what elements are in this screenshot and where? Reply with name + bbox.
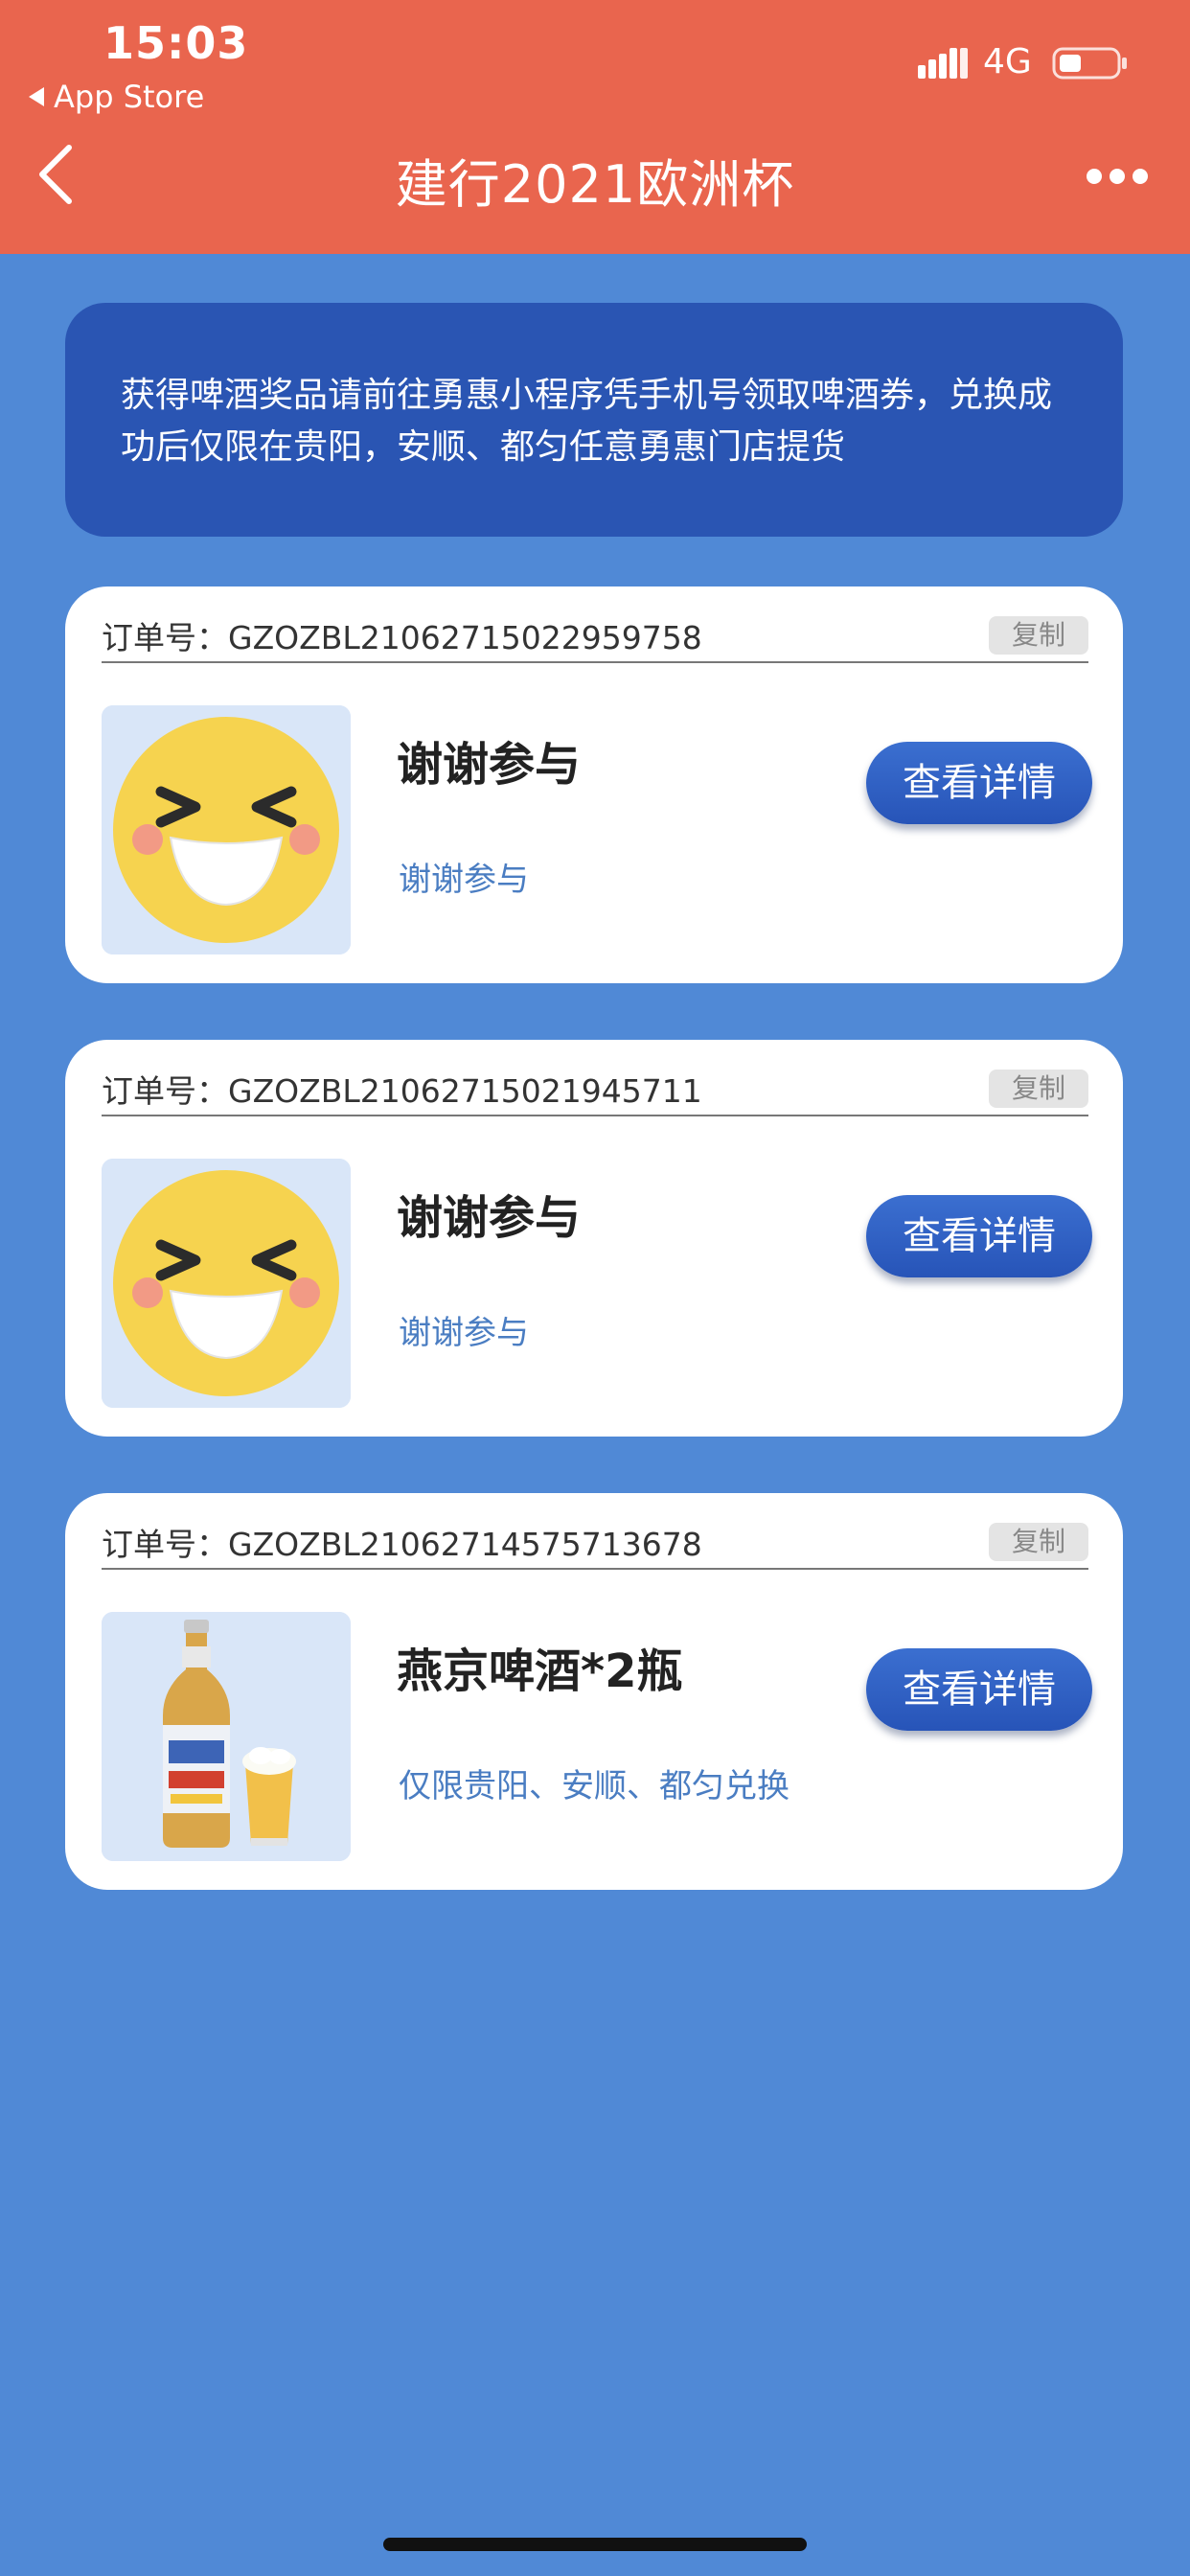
prize-description: 谢谢参与: [399, 861, 529, 899]
copy-button[interactable]: 复制: [989, 616, 1088, 655]
order-header: 订单号：GZOZBL21062715021945711 复制: [102, 1063, 1088, 1116]
notice-text: 获得啤酒奖品请前往勇惠小程序凭手机号领取啤酒券，兑换成功后仅限在贵阳，安顺、都匀…: [121, 376, 1053, 467]
order-number: 订单号：GZOZBL21062715022959758: [102, 619, 702, 656]
signal-icon: [918, 48, 968, 79]
beer-bottle-icon: [102, 1612, 351, 1861]
home-indicator[interactable]: [383, 2538, 807, 2551]
copy-button[interactable]: 复制: [989, 1523, 1088, 1561]
notice-banner: 获得啤酒奖品请前往勇惠小程序凭手机号领取啤酒券，兑换成功后仅限在贵阳，安顺、都匀…: [65, 303, 1123, 537]
order-header: 订单号：GZOZBL21062714575713678 复制: [102, 1516, 1088, 1570]
battery-icon: [1052, 47, 1127, 80]
laughing-emoji-icon: [102, 1159, 351, 1408]
order-number: 订单号：GZOZBL21062715021945711: [102, 1072, 702, 1110]
view-details-button[interactable]: 查看详情: [866, 1195, 1092, 1277]
more-options-icon[interactable]: [1087, 163, 1148, 190]
view-details-button[interactable]: 查看详情: [866, 742, 1092, 824]
status-time: 15:03: [103, 17, 249, 69]
prize-name: 燕京啤酒*2瓶: [397, 1644, 683, 1698]
page-title: 建行2021欧洲杯: [395, 154, 795, 215]
back-app-label: App Store: [54, 79, 205, 115]
back-triangle-icon: [29, 87, 44, 106]
order-card: 订单号：GZOZBL21062715021945711 复制 谢谢参与 谢谢参与…: [65, 1040, 1123, 1437]
network-type: 4G: [983, 42, 1032, 81]
prize-description: 仅限贵阳、安顺、都匀兑换: [399, 1767, 790, 1806]
prize-name: 谢谢参与: [397, 1191, 582, 1245]
order-card: 订单号：GZOZBL21062714575713678 复制 燕京啤酒*2瓶 仅…: [65, 1493, 1123, 1890]
order-card: 订单号：GZOZBL21062715022959758 复制 谢谢参与 谢谢参与…: [65, 586, 1123, 983]
prize-description: 谢谢参与: [399, 1314, 529, 1352]
back-to-app-store[interactable]: App Store: [29, 79, 204, 115]
view-details-button[interactable]: 查看详情: [866, 1648, 1092, 1731]
prize-name: 谢谢参与: [397, 738, 582, 792]
top-bar: 15:03 App Store 4G 建行2021欧洲杯: [0, 0, 1190, 254]
order-header: 订单号：GZOZBL21062715022959758 复制: [102, 610, 1088, 663]
laughing-emoji-icon: [102, 705, 351, 954]
copy-button[interactable]: 复制: [989, 1070, 1088, 1108]
order-number: 订单号：GZOZBL21062714575713678: [102, 1526, 702, 1563]
